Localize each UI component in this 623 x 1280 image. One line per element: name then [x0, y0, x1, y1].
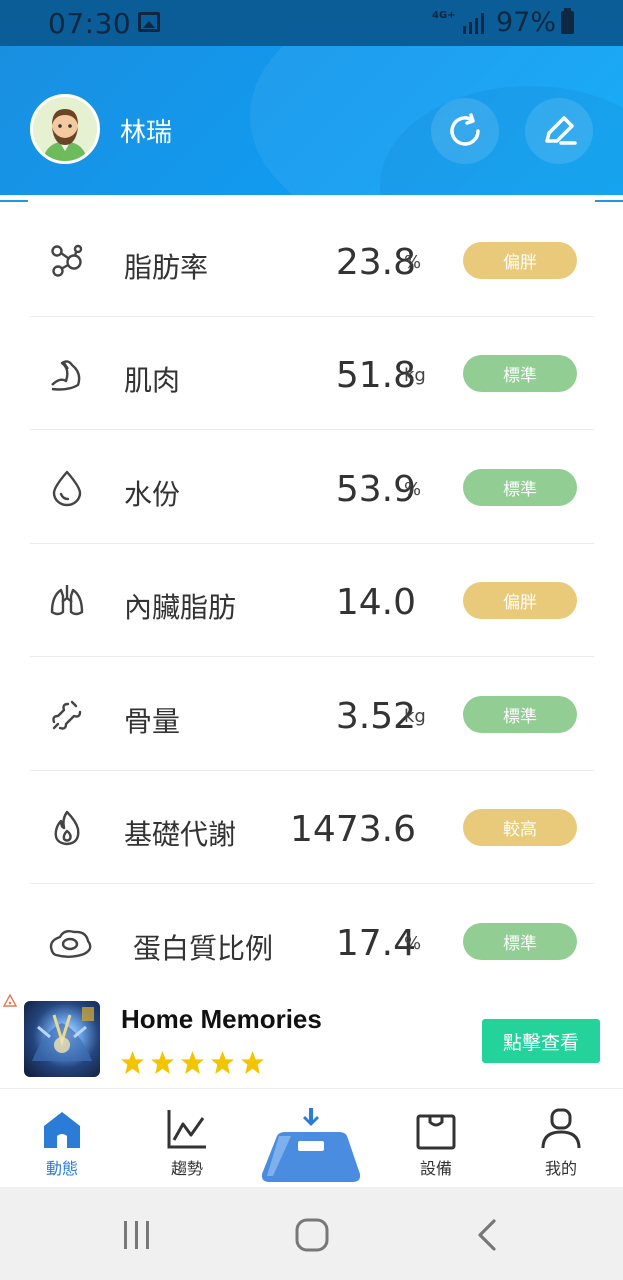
star-icon [241, 1051, 264, 1074]
ad-view-button[interactable]: 點擊查看 [482, 1019, 600, 1063]
profile-header: 林瑞 [0, 46, 623, 195]
nav-label: 趨勢 [170, 1159, 203, 1178]
status-badge: 標準 [463, 469, 577, 506]
star-icon [211, 1051, 234, 1074]
metric-row-protein[interactable]: 蛋白質比例 17.4 % 標準 [30, 885, 594, 998]
nav-label: 動態 [45, 1159, 78, 1178]
metric-row-water[interactable]: 水份 53.9 % 標準 [30, 431, 594, 544]
header-divider [595, 200, 623, 202]
nav-item-trends[interactable]: 趨勢 [125, 1090, 249, 1187]
trend-chart-icon [167, 1110, 206, 1149]
user-name: 林瑞 [120, 118, 173, 148]
ad-banner[interactable]: Home Memories 點擊查看 [0, 990, 623, 1089]
status-badge: 標準 [463, 696, 577, 733]
metric-unit: kg [404, 365, 426, 386]
shopping-bag-icon [416, 1114, 456, 1150]
status-time: 07:30 [48, 7, 132, 40]
status-badge: 標準 [463, 355, 577, 392]
recent-apps-icon[interactable] [122, 1219, 152, 1251]
image-notification-icon [138, 12, 160, 32]
header-divider [0, 200, 28, 202]
metric-label: 蛋白質比例 [133, 932, 274, 965]
metric-unit: % [404, 479, 422, 500]
scale-weigh-icon [261, 1108, 361, 1182]
ad-title[interactable]: Home Memories [121, 1004, 322, 1035]
metric-label: 脂肪率 [124, 251, 209, 284]
muscle-arm-icon [51, 360, 81, 391]
status-badge: 偏胖 [463, 242, 577, 279]
metric-label: 水份 [124, 478, 181, 511]
metric-row-body-fat[interactable]: 脂肪率 23.8 % 偏胖 [30, 204, 594, 317]
egg-icon [49, 929, 92, 958]
network-type: 4G+ [432, 10, 456, 21]
system-nav-bar [0, 1187, 623, 1280]
status-badge: 偏胖 [463, 582, 577, 619]
sync-icon [450, 113, 480, 146]
metric-label: 基礎代謝 [124, 818, 237, 851]
user-icon [541, 1108, 581, 1149]
scale-weigh-button[interactable] [261, 1108, 361, 1184]
rating-stars [120, 1050, 265, 1075]
star-icon [121, 1051, 144, 1074]
lungs-icon [50, 585, 84, 616]
metric-label: 內臟脂肪 [124, 591, 237, 624]
home-icon [44, 1112, 80, 1148]
nav-item-devices[interactable]: 設備 [374, 1090, 498, 1187]
metric-value: 1473.6 [290, 809, 416, 850]
nav-item-dynamics[interactable]: 動態 [0, 1090, 124, 1187]
avatar-face-icon [33, 97, 97, 161]
edit-pencil-icon [545, 116, 577, 145]
metric-row-bmr[interactable]: 基礎代謝 1473.6 較高 [30, 771, 594, 884]
nav-label: 設備 [419, 1159, 452, 1178]
back-icon[interactable] [476, 1219, 498, 1251]
ad-app-icon[interactable] [24, 1001, 100, 1077]
fat-molecule-icon [51, 244, 83, 277]
metric-unit: kg [404, 706, 426, 727]
metric-row-muscle[interactable]: 肌肉 51.8 kg 標準 [30, 317, 594, 430]
home-button-icon[interactable] [295, 1218, 329, 1252]
status-badge: 標準 [463, 923, 577, 960]
star-icon [151, 1051, 174, 1074]
nav-item-mine[interactable]: 我的 [499, 1090, 623, 1187]
avatar[interactable] [30, 94, 100, 164]
metric-unit: % [404, 252, 422, 273]
ad-choices-icon[interactable] [3, 994, 17, 1008]
battery-percent: 97% [496, 7, 557, 38]
metric-unit: % [404, 933, 422, 954]
nav-label: 我的 [544, 1159, 577, 1178]
edit-button[interactable] [525, 98, 593, 164]
sync-button[interactable] [431, 98, 499, 164]
star-icon [181, 1051, 204, 1074]
battery-icon [561, 8, 574, 34]
metric-row-bone-mass[interactable]: 骨量 3.52 kg 標準 [30, 658, 594, 771]
metric-label: 肌肉 [124, 364, 181, 397]
game-artwork-icon [32, 1007, 94, 1061]
status-bar: 07:30 4G+ 97% [0, 0, 623, 46]
status-badge: 較高 [463, 809, 577, 846]
metric-value: 14.0 [335, 582, 416, 623]
signal-icon [463, 13, 484, 34]
bone-icon [52, 700, 82, 730]
metric-row-visceral-fat[interactable]: 內臟脂肪 14.0 偏胖 [30, 544, 594, 657]
metric-label: 骨量 [124, 705, 181, 738]
flame-icon [54, 810, 80, 846]
water-drop-icon [52, 470, 82, 507]
